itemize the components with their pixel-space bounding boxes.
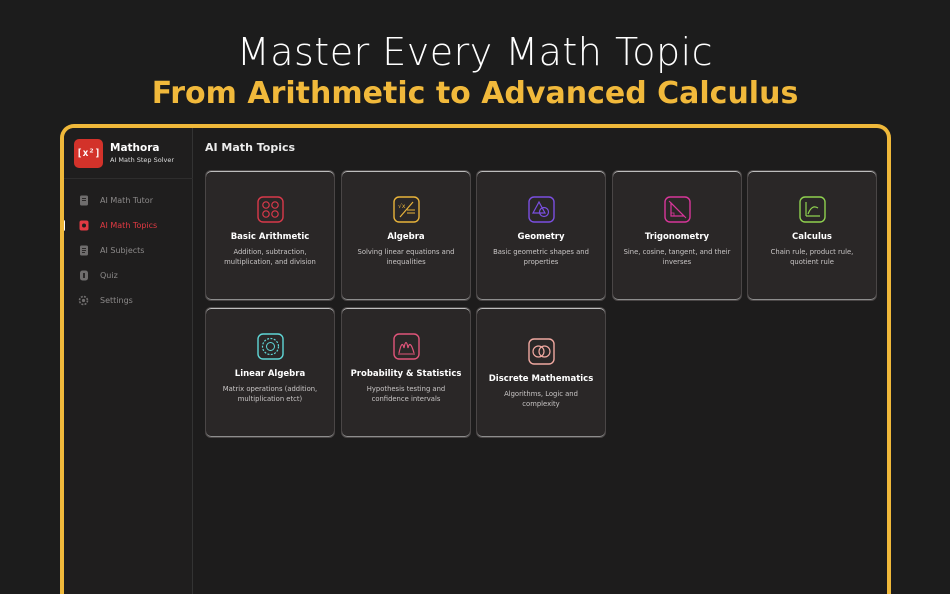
topic-title: Linear Algebra xyxy=(234,369,306,379)
topic-card-geometry[interactable]: Geometry Basic geometric shapes and prop… xyxy=(476,170,606,301)
page-title: AI Math Topics xyxy=(205,141,296,154)
trigonometry-icon xyxy=(664,196,691,223)
geometry-icon xyxy=(528,196,555,223)
topic-description: Solving linear equations and inequalitie… xyxy=(357,248,455,266)
topic-title: Probability & Statistics xyxy=(350,369,462,379)
discrete-icon xyxy=(528,338,555,365)
app-logo: [x²] xyxy=(74,139,103,168)
sidebar-item-label: AI Math Tutor xyxy=(100,196,153,205)
gear-icon xyxy=(78,295,89,306)
quiz-icon xyxy=(78,270,89,281)
topic-description: Algorithms, Logic and complexity xyxy=(504,390,578,408)
app-name: Mathora xyxy=(110,142,160,154)
book-icon xyxy=(78,195,89,206)
topic-card-trigonometry[interactable]: Trigonometry Sine, cosine, tangent, and … xyxy=(612,170,742,301)
subjects-icon xyxy=(78,245,89,256)
topic-title: Calculus xyxy=(791,232,832,242)
sidebar-nav: AI Math Tutor AI Math Topics AI Subjects xyxy=(64,188,193,313)
sidebar: [x²] Mathora AI Math Step Solver AI Math… xyxy=(64,128,193,594)
arithmetic-icon xyxy=(257,196,284,223)
topic-card-algebra[interactable]: √x Algebra Solving linear equations and … xyxy=(341,170,471,301)
topic-card-linear-algebra[interactable]: Linear Algebra Matrix operations (additi… xyxy=(205,307,335,438)
topic-title: Algebra xyxy=(387,232,425,242)
topic-description: Sine, cosine, tangent, and their inverse… xyxy=(623,248,731,266)
probability-icon xyxy=(393,333,420,360)
sidebar-item-settings[interactable]: Settings xyxy=(64,288,193,313)
brand: [x²] Mathora AI Math Step Solver xyxy=(74,139,174,168)
topics-icon xyxy=(78,220,89,231)
topic-description: Hypothesis testing and confidence interv… xyxy=(366,385,446,403)
sidebar-item-ai-math-tutor[interactable]: AI Math Tutor xyxy=(64,188,193,213)
sidebar-item-ai-subjects[interactable]: AI Subjects xyxy=(64,238,193,263)
app-tagline: AI Math Step Solver xyxy=(110,156,175,164)
sidebar-divider xyxy=(64,178,193,179)
topic-card-probability-statistics[interactable]: Probability & Statistics Hypothesis test… xyxy=(341,307,471,438)
sidebar-item-label: AI Math Topics xyxy=(100,221,158,230)
calculus-icon xyxy=(799,196,826,223)
sidebar-item-label: Settings xyxy=(100,296,133,305)
linear-algebra-icon xyxy=(257,333,284,360)
topic-title: Trigonometry xyxy=(644,232,710,242)
svg-text:√x: √x xyxy=(398,203,406,210)
app-window: [x²] Mathora AI Math Step Solver AI Math… xyxy=(60,124,891,594)
sidebar-item-quiz[interactable]: Quiz xyxy=(64,263,193,288)
hero-title: Master Every Math Topic xyxy=(236,30,714,74)
active-indicator xyxy=(64,220,65,231)
sidebar-item-label: AI Subjects xyxy=(100,246,145,255)
sidebar-item-label: Quiz xyxy=(100,271,118,280)
topic-description: Matrix operations (addition, multiplicat… xyxy=(222,385,318,403)
main-content: AI Math Topics Basic Arithmetic Addition… xyxy=(194,128,887,594)
algebra-icon: √x xyxy=(393,196,420,223)
topic-description: Chain rule, product rule, quotient rule xyxy=(770,248,854,266)
topic-description: Basic geometric shapes and properties xyxy=(493,248,589,266)
topic-description: Addition, subtraction, multiplication, a… xyxy=(224,248,316,266)
topic-card-discrete-mathematics[interactable]: Discrete Mathematics Algorithms, Logic a… xyxy=(476,307,606,438)
sidebar-item-ai-math-topics[interactable]: AI Math Topics xyxy=(64,213,193,238)
topic-title: Discrete Mathematics xyxy=(488,374,594,384)
topic-card-calculus[interactable]: Calculus Chain rule, product rule, quoti… xyxy=(747,170,877,301)
topic-card-basic-arithmetic[interactable]: Basic Arithmetic Addition, subtraction, … xyxy=(205,170,335,301)
topic-title: Basic Arithmetic xyxy=(230,232,310,242)
hero-subtitle: From Arithmetic to Advanced Calculus xyxy=(151,76,799,111)
topic-title: Geometry xyxy=(517,232,565,242)
